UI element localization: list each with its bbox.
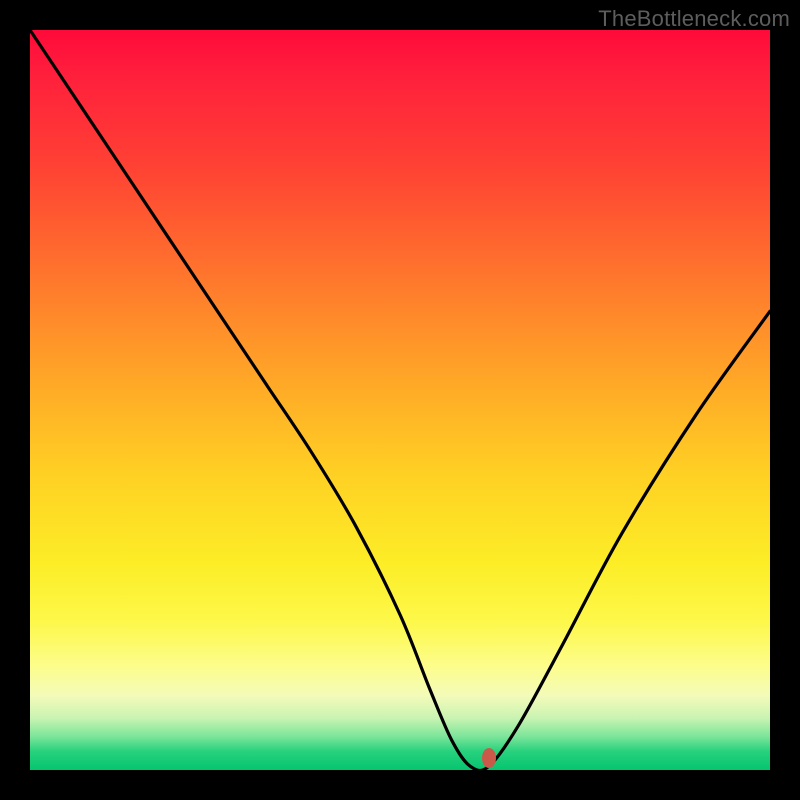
bottleneck-curve	[30, 30, 770, 771]
plot-area	[30, 30, 770, 770]
curve-svg	[30, 30, 770, 770]
optimal-point-marker	[482, 748, 496, 768]
chart-frame: TheBottleneck.com	[0, 0, 800, 800]
watermark-text: TheBottleneck.com	[598, 6, 790, 32]
